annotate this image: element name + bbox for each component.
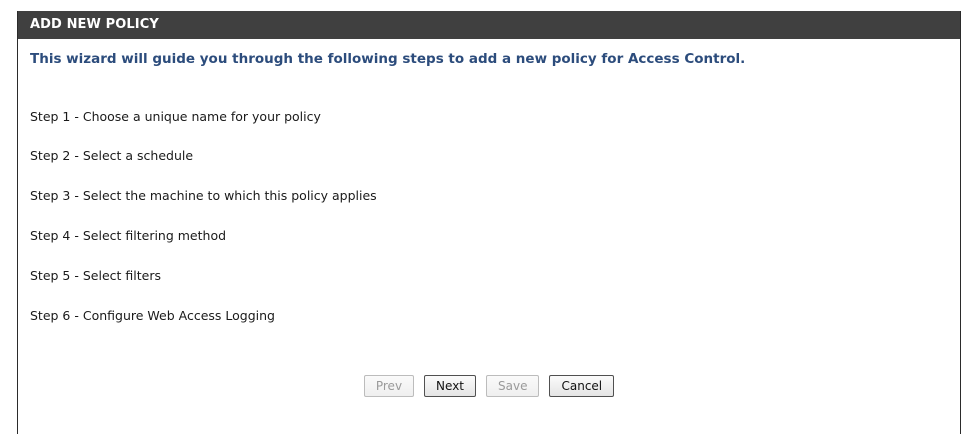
step-6: Step 6 - Configure Web Access Logging [30,308,275,323]
step-5: Step 5 - Select filters [30,268,161,283]
cancel-button[interactable]: Cancel [549,375,615,397]
save-button[interactable]: Save [486,375,540,397]
next-button[interactable]: Next [424,375,477,397]
wizard-intro-text: This wizard will guide you through the f… [30,51,746,67]
step-3: Step 3 - Select the machine to which thi… [30,188,377,203]
step-1: Step 1 - Choose a unique name for your p… [30,109,321,124]
prev-button[interactable]: Prev [363,375,415,397]
wizard-button-bar: Prev Next Save Cancel [18,375,960,397]
step-4: Step 4 - Select filtering method [30,228,227,243]
panel-title: ADD NEW POLICY [18,11,960,39]
step-2: Step 2 - Select a schedule [30,148,194,163]
add-policy-panel: ADD NEW POLICY This wizard will guide yo… [17,11,961,434]
